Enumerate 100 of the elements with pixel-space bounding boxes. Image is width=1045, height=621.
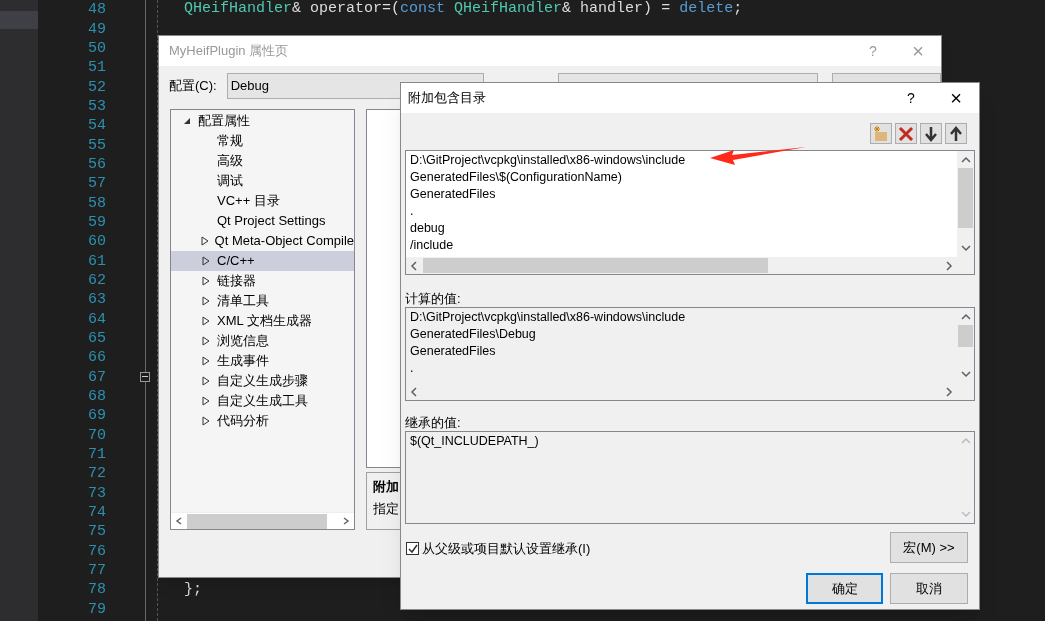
code-line: QHeifHandler& operator=(const QHeifHandler& handler) = delete; [183, 0, 743, 20]
line-number: 55 [88, 135, 106, 155]
help-button[interactable]: ? [889, 83, 933, 113]
new-folder-icon [872, 124, 890, 143]
line-number: 69 [88, 406, 106, 426]
line-number: 71 [88, 445, 106, 465]
line-number: 49 [88, 19, 106, 39]
computed-values-list[interactable]: D:\GitProject\vcpkg\installed\x86-windows\include GeneratedFiles\Debug GeneratedFiles . [405, 307, 975, 401]
line-number: 50 [88, 38, 106, 58]
horizontal-scrollbar[interactable] [406, 257, 974, 274]
delete-button[interactable] [895, 123, 917, 144]
tree-item[interactable]: Qt Meta-Object Compile [171, 231, 354, 251]
line-number: 73 [88, 483, 106, 503]
computed-path[interactable]: . [410, 360, 957, 377]
line-number: 74 [88, 503, 106, 523]
line-number: 54 [88, 116, 106, 136]
tree-item[interactable]: 高级 [171, 151, 354, 171]
computed-path[interactable]: GeneratedFiles [410, 343, 957, 360]
path-entry[interactable]: debug [410, 220, 957, 237]
collapsed-icon[interactable] [202, 316, 210, 326]
window-title: MyHeifPlugin 属性页 [169, 42, 289, 61]
tree-item[interactable]: 自定义生成工具 [171, 391, 354, 411]
tree-item[interactable]: 常规 [171, 131, 354, 151]
tree-item[interactable]: 自定义生成步骤 [171, 371, 354, 391]
line-number: 57 [88, 174, 106, 194]
tree-item[interactable]: XML 文档生成器 [171, 311, 354, 331]
inherited-values-list[interactable]: $(Qt_INCLUDEPATH_) [405, 431, 975, 524]
line-number: 64 [88, 309, 106, 329]
path-entry[interactable]: GeneratedFiles [410, 186, 957, 203]
up-arrow-button[interactable] [945, 123, 967, 144]
collapsed-icon[interactable] [202, 336, 210, 346]
cancel-button[interactable]: 取消 [890, 573, 968, 604]
scrollbar-thumb[interactable] [958, 168, 973, 228]
collapse-icon[interactable] [140, 371, 150, 382]
path-entry[interactable]: . [410, 203, 957, 220]
code-line: }; [183, 579, 202, 600]
inherit-checkbox[interactable]: 从父级或项目默认设置继承(I) [406, 539, 591, 559]
line-number: 66 [88, 348, 106, 368]
path-entry[interactable]: D:\GitProject\vcpkg\installed\x86-windows\include [410, 152, 957, 169]
scrollbar-thumb[interactable] [958, 325, 973, 347]
checkmark-icon [407, 543, 418, 555]
line-number: 76 [88, 541, 106, 561]
tree-item[interactable]: C/C++ [171, 251, 354, 271]
collapsed-icon[interactable] [202, 256, 210, 266]
tree-item[interactable]: 调试 [171, 171, 354, 191]
down-arrow-button[interactable] [920, 123, 942, 144]
line-number: 59 [88, 212, 106, 232]
tree-item[interactable]: 浏览信息 [171, 331, 354, 351]
close-button[interactable]: × [933, 83, 979, 113]
line-number: 61 [88, 251, 106, 271]
line-number: 62 [88, 271, 106, 290]
line-number: 78 [88, 580, 106, 600]
config-label: 配置(C): [169, 77, 217, 96]
up-arrow-icon [947, 124, 965, 143]
line-number: 56 [88, 154, 106, 174]
collapsed-icon[interactable] [202, 416, 210, 426]
collapsed-icon[interactable] [202, 376, 210, 386]
tree-item[interactable]: 清单工具 [171, 291, 354, 311]
macros-button[interactable]: 宏(M) >> [890, 532, 968, 563]
line-number: 60 [88, 232, 106, 252]
path-entry[interactable]: GeneratedFiles\$(ConfigurationName) [410, 169, 957, 186]
collapsed-icon[interactable] [202, 396, 210, 406]
line-number: 75 [88, 522, 106, 542]
scrollbar-thumb[interactable] [187, 513, 327, 529]
line-number: 70 [88, 425, 106, 445]
line-number: 79 [88, 599, 106, 619]
description-title: 附加 [373, 478, 400, 496]
computed-label: 计算的值: [404, 290, 462, 307]
line-number: 77 [88, 561, 106, 581]
include-paths-list[interactable]: D:\GitProject\vcpkg\installed\x86-windows\include GeneratedFiles\$(ConfigurationName) GeneratedFiles . debug /include [405, 150, 975, 275]
computed-path[interactable]: GeneratedFiles\Debug [410, 326, 957, 343]
collapsed-icon[interactable] [202, 276, 210, 286]
horizontal-scrollbar[interactable] [171, 512, 354, 529]
ok-button[interactable]: 确定 [806, 573, 883, 604]
tree-item[interactable]: 链接器 [171, 271, 354, 291]
description-text: 指定 [373, 499, 400, 518]
delete-icon [897, 124, 915, 143]
expanded-icon[interactable] [183, 117, 191, 125]
line-number: 52 [88, 77, 106, 97]
computed-path[interactable]: D:\GitProject\vcpkg\installed\x86-windows\include [410, 309, 957, 326]
line-number: 48 [88, 0, 106, 20]
path-entry[interactable]: /include [410, 237, 957, 254]
inherited-label: 继承的值: [404, 414, 462, 431]
collapsed-icon[interactable] [202, 296, 210, 306]
collapsed-icon[interactable] [200, 236, 209, 246]
down-arrow-icon [922, 124, 940, 143]
vertical-scrollbar[interactable] [957, 151, 974, 257]
tree-item[interactable]: 配置属性 [171, 111, 354, 131]
active-tab-bar [0, 11, 38, 29]
inherited-path: $(Qt_INCLUDEPATH_) [410, 433, 540, 450]
line-number: 51 [88, 58, 106, 78]
line-number: 65 [88, 329, 106, 348]
tree-item[interactable]: Qt Project Settings [171, 211, 354, 231]
line-number: 53 [88, 96, 106, 116]
tree-item[interactable]: 生成事件 [171, 351, 354, 371]
tree-item[interactable]: 代码分析 [171, 411, 354, 431]
scrollbar-thumb[interactable] [423, 258, 768, 273]
collapsed-icon[interactable] [202, 356, 210, 366]
tree-item[interactable]: VC++ 目录 [171, 191, 354, 211]
line-number: 63 [88, 290, 106, 310]
